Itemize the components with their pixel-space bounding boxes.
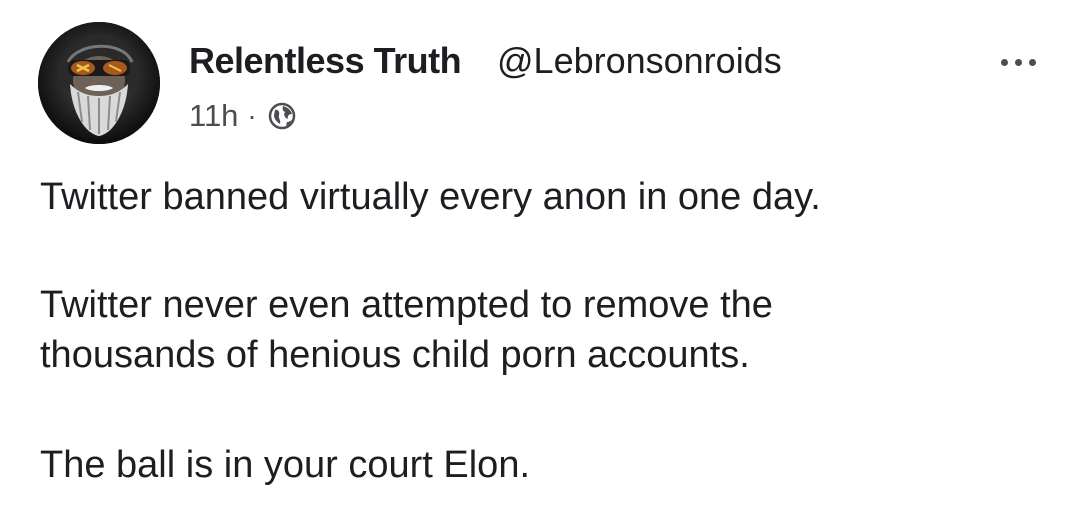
post-paragraph-3: The ball is in your court Elon. [40, 440, 530, 490]
post-meta: 11h · [189, 96, 297, 136]
post-text-line: thousands of henious child porn accounts… [40, 334, 750, 376]
facebook-post: Relentless Truth @Lebronsonroids 11h · T… [0, 0, 1080, 513]
post-text-line: The ball is in your court Elon. [40, 444, 531, 486]
meta-separator: · [247, 100, 257, 131]
author-avatar[interactable] [38, 22, 160, 144]
globe-icon[interactable] [267, 101, 297, 131]
post-text-line: Twitter banned virtually every anon in o… [40, 176, 821, 218]
author-handle[interactable]: @Lebronsonroids [497, 40, 782, 82]
avatar-bearded-man-icon [38, 22, 160, 144]
post-paragraph-1: Twitter banned virtually every anon in o… [40, 172, 821, 222]
post-paragraph-2: Twitter never even attempted to remove t… [40, 280, 773, 380]
author-name[interactable]: Relentless Truth [189, 40, 462, 82]
post-text-line: Twitter never even attempted to remove t… [40, 284, 773, 326]
post-timestamp[interactable]: 11h [189, 98, 238, 134]
more-options-button[interactable] [988, 50, 1048, 74]
more-dots-icon [1000, 58, 1008, 66]
